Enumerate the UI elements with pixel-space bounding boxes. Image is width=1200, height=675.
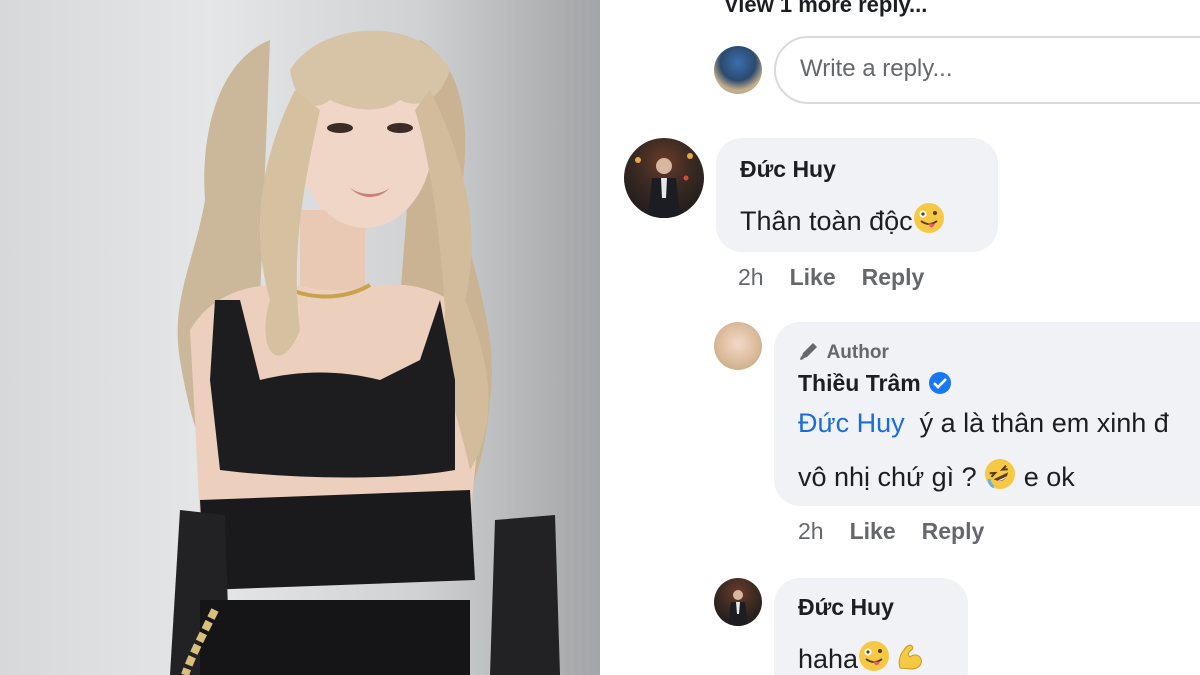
person-silhouette-icon xyxy=(728,590,748,626)
comment-text: Thân toàn độc xyxy=(740,202,945,241)
pen-icon xyxy=(798,342,822,363)
comment-line1-text: ý a là thân em xinh đ xyxy=(919,408,1169,438)
reply-button[interactable]: Reply xyxy=(862,264,925,290)
author-badge: Author xyxy=(798,340,889,364)
comment-text-body: haha xyxy=(798,644,859,674)
comment-text-body: Thân toàn độc xyxy=(740,206,913,236)
zany-face-emoji-icon xyxy=(913,202,945,241)
author-badge-label: Author xyxy=(826,342,889,363)
profile-photo xyxy=(0,0,600,675)
comment-bubble: Đức Huy haha xyxy=(774,578,968,675)
comment-bubble: Đức Huy Thân toàn độc xyxy=(716,138,998,252)
like-button[interactable]: Like xyxy=(790,264,836,290)
like-button[interactable]: Like xyxy=(850,518,896,544)
comment-meta: 2h Like Reply xyxy=(738,264,924,291)
portrait-illustration xyxy=(170,30,560,675)
author-comment-meta: 2h Like Reply xyxy=(798,518,984,545)
comment-time[interactable]: 2h xyxy=(798,518,824,544)
comment-time[interactable]: 2h xyxy=(738,264,764,290)
view-more-replies-link[interactable]: View 1 more reply... xyxy=(724,0,927,18)
commenter-name[interactable]: Đức Huy xyxy=(740,156,836,183)
commenter-avatar[interactable] xyxy=(714,578,762,626)
reply-input-box[interactable] xyxy=(774,36,1200,104)
reply-input[interactable] xyxy=(798,54,1200,84)
reply-button[interactable]: Reply xyxy=(922,518,985,544)
author-name[interactable]: Thiều Trâm xyxy=(798,370,921,396)
author-comment-line1: Đức Huy ý a là thân em xinh đ xyxy=(798,408,1169,439)
flexed-biceps-emoji-icon xyxy=(894,640,926,675)
comment-line2-suffix: e ok xyxy=(1023,462,1075,492)
author-name-row: Thiều Trâm xyxy=(798,370,951,397)
author-comment-bubble: Author Thiều Trâm Đức Huy ý a là thân em… xyxy=(774,322,1200,506)
zany-face-emoji-icon xyxy=(858,640,890,675)
comment-line2-text: vô nhị chứ gì ? xyxy=(798,462,977,492)
current-user-avatar[interactable] xyxy=(714,46,762,94)
person-silhouette-icon xyxy=(635,153,693,218)
comment-text: haha xyxy=(798,640,926,675)
author-avatar[interactable] xyxy=(714,322,762,370)
verified-badge-icon xyxy=(928,372,951,394)
comments-panel: View 1 more reply... Đức Huy Thân toàn đ… xyxy=(602,0,1200,675)
mention-link[interactable]: Đức Huy xyxy=(798,408,905,438)
commenter-name[interactable]: Đức Huy xyxy=(798,594,894,621)
rofl-emoji-icon xyxy=(984,458,1016,497)
commenter-avatar[interactable] xyxy=(624,138,704,218)
author-comment-line2: vô nhị chứ gì ? e ok xyxy=(798,458,1075,497)
